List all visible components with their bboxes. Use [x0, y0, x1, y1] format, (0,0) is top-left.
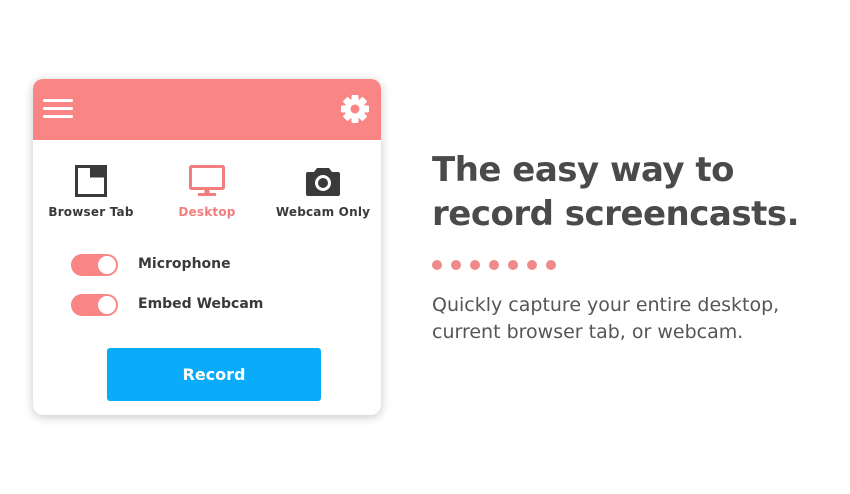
headline-line-1: The easy way to	[432, 150, 734, 190]
desktop-monitor-icon	[189, 165, 225, 196]
record-button[interactable]: Record	[107, 348, 321, 401]
mode-browser-tab[interactable]: Browser Tab	[33, 163, 149, 219]
microphone-option: Microphone	[71, 252, 331, 278]
popup-header	[33, 79, 381, 140]
headline-line-2: record screencasts.	[432, 194, 800, 234]
mode-webcam-only[interactable]: Webcam Only	[265, 163, 381, 219]
divider-dot	[546, 260, 556, 270]
mode-label-webcam-only: Webcam Only	[275, 205, 371, 219]
browser-tab-icon	[75, 165, 107, 197]
embed-webcam-label: Embed Webcam	[138, 296, 264, 312]
divider-dot	[489, 260, 499, 270]
divider-dot	[527, 260, 537, 270]
embed-webcam-toggle[interactable]	[71, 294, 118, 316]
mode-label-browser-tab: Browser Tab	[48, 205, 134, 219]
recorder-popup: Browser Tab Desktop Webcam Only Micropho…	[33, 79, 381, 415]
mode-desktop[interactable]: Desktop	[149, 163, 265, 219]
divider-dot	[432, 260, 442, 270]
microphone-label: Microphone	[138, 256, 231, 272]
capture-mode-selector: Browser Tab Desktop Webcam Only	[33, 163, 381, 223]
mode-label-desktop: Desktop	[178, 205, 236, 219]
camera-icon	[306, 168, 340, 196]
tagline-line-2: current browser tab, or webcam.	[432, 321, 744, 343]
embed-webcam-option: Embed Webcam	[71, 292, 331, 318]
screenshot-stage: Browser Tab Desktop Webcam Only Micropho…	[0, 0, 850, 494]
headline: The easy way to record screencasts.	[432, 148, 832, 236]
tagline: Quickly capture your entire desktop, cur…	[432, 292, 832, 346]
divider-dot	[508, 260, 518, 270]
microphone-toggle[interactable]	[71, 254, 118, 276]
divider-dot	[470, 260, 480, 270]
hamburger-menu-icon[interactable]	[43, 94, 75, 124]
decorative-dot-divider	[432, 260, 572, 270]
divider-dot	[451, 260, 461, 270]
gear-icon[interactable]	[339, 93, 371, 125]
tagline-line-1: Quickly capture your entire desktop,	[432, 294, 780, 316]
